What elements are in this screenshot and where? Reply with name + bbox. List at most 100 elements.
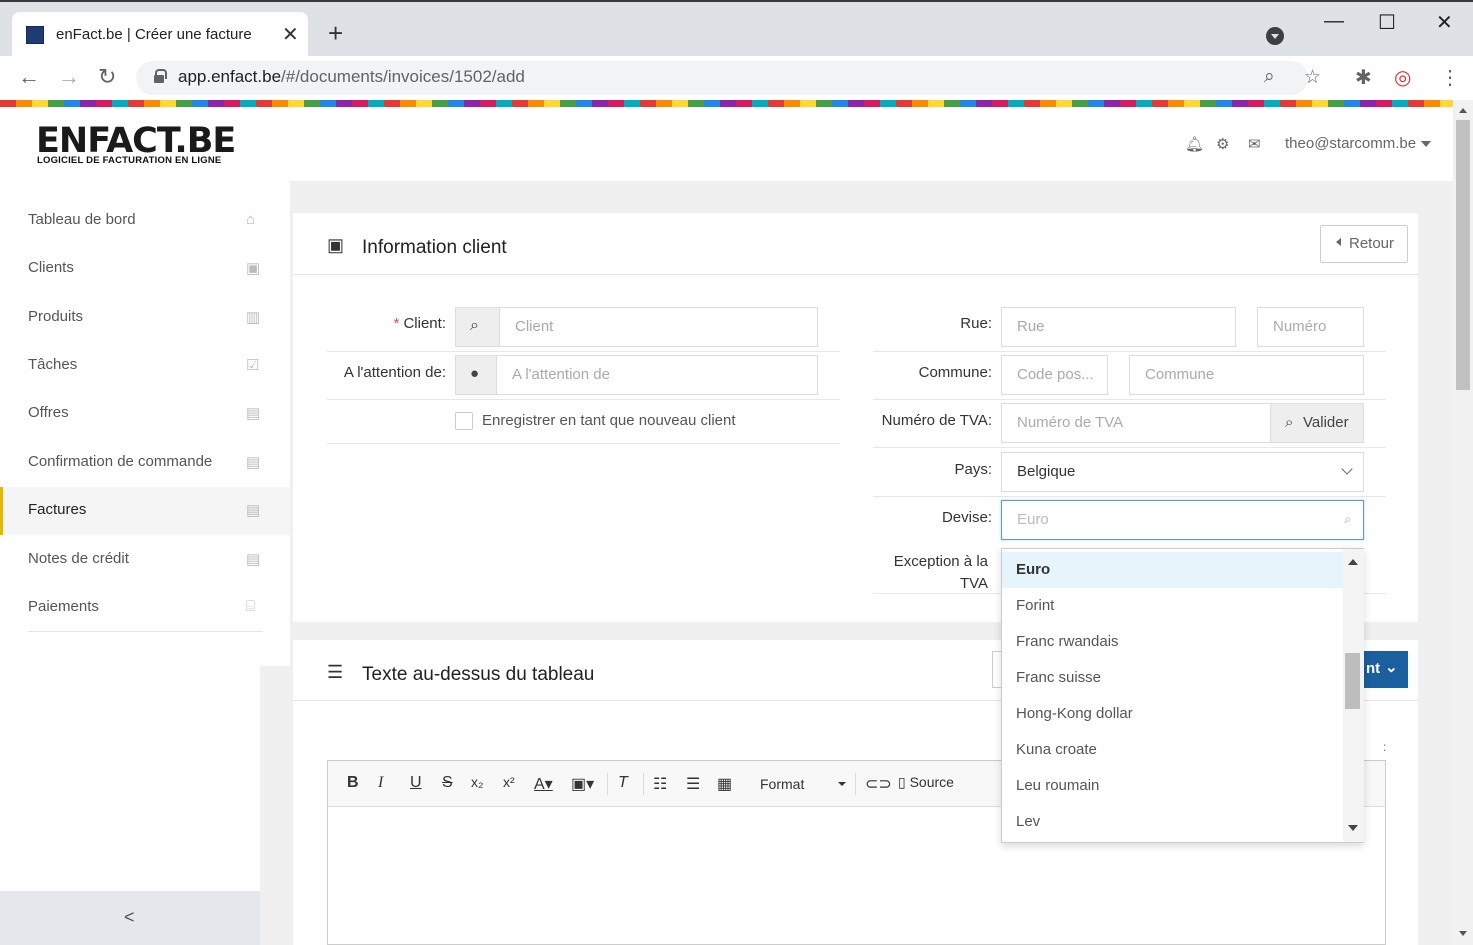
sidebar-collapse-button[interactable]: < xyxy=(0,891,260,945)
source-label: Source xyxy=(909,774,954,790)
chevron-down-icon xyxy=(1341,463,1353,475)
close-window-button[interactable]: ✕ xyxy=(1436,10,1453,35)
caret-down-icon[interactable] xyxy=(1421,141,1431,147)
bold-icon[interactable]: B xyxy=(347,774,359,792)
commune-input[interactable]: Commune xyxy=(1129,355,1364,395)
scroll-thumb[interactable] xyxy=(1345,653,1360,709)
scroll-thumb[interactable] xyxy=(1456,120,1470,390)
currency-option[interactable]: Lev xyxy=(1002,804,1343,840)
scroll-down-icon[interactable] xyxy=(1348,825,1358,831)
currency-option[interactable]: Franc rwandais xyxy=(1002,624,1343,660)
currency-option[interactable]: Franc suisse xyxy=(1002,660,1343,696)
sidebar-item-products[interactable]: Produits ▥ xyxy=(0,294,290,342)
browser-menu-icon[interactable]: ⋮ xyxy=(1440,65,1460,90)
text-color-icon[interactable]: A▾ xyxy=(534,774,553,794)
zoom-icon[interactable]: ⌕ xyxy=(1264,66,1275,88)
numbered-list-icon[interactable]: ☷ xyxy=(653,774,667,794)
tab-search-icon[interactable] xyxy=(1266,27,1284,45)
table-icon[interactable]: ▦ xyxy=(717,774,732,794)
sidebar-item-label: Tâches xyxy=(28,356,78,373)
currency-label: Devise: xyxy=(941,509,992,526)
lock-icon[interactable] xyxy=(154,69,167,83)
settings-gears-icon[interactable]: ⚙ xyxy=(1216,135,1229,153)
vat-input[interactable]: Numéro de TVA xyxy=(1001,403,1271,443)
bulleted-list-icon[interactable]: ☰ xyxy=(686,774,700,794)
postcode-input[interactable]: Code pos... xyxy=(1001,355,1108,395)
bookmark-star-icon[interactable]: ☆ xyxy=(1304,66,1321,89)
maximize-button[interactable]: ☐ xyxy=(1378,10,1396,35)
row-divider xyxy=(873,399,1386,400)
minimize-button[interactable]: — xyxy=(1324,10,1344,33)
bank-icon: ⌸ xyxy=(246,598,256,615)
extension-rings-icon[interactable]: ◎ xyxy=(1394,65,1411,90)
pdf-file-icon: ▤ xyxy=(246,502,261,519)
source-icon: ▯ xyxy=(898,774,910,790)
attention-input[interactable]: A l'attention de xyxy=(496,355,818,395)
bell-icon[interactable]: 🔔︎ xyxy=(1185,135,1204,153)
back-button[interactable]: Retour xyxy=(1320,225,1408,263)
sidebar-item-label: Produits xyxy=(28,308,84,325)
sidebar-item-order-confirmation[interactable]: Confirmation de commande ▤ xyxy=(0,439,290,487)
page-scrollbar[interactable] xyxy=(1453,100,1473,945)
italic-icon[interactable]: I xyxy=(378,774,383,792)
remove-format-icon[interactable]: T xyxy=(618,774,628,792)
subscript-icon[interactable]: x₂ xyxy=(471,774,483,790)
scroll-up-icon[interactable] xyxy=(1459,108,1467,113)
envelope-icon[interactable]: ✉ xyxy=(1248,135,1261,153)
sidebar-background xyxy=(260,666,290,945)
forward-arrow-icon[interactable]: → xyxy=(58,64,80,90)
sidebar-item-credit-notes[interactable]: Notes de crédit ▤ xyxy=(0,536,290,584)
superscript-icon[interactable]: x² xyxy=(503,774,515,790)
number-input[interactable]: Numéro xyxy=(1257,307,1364,347)
address-bar[interactable]: app.enfact.be/#/documents/invoices/1502/… xyxy=(136,61,1321,95)
currency-dropdown: Euro Forint Franc rwandais Franc suisse … xyxy=(1001,548,1364,843)
strikethrough-icon[interactable]: S xyxy=(442,774,453,792)
source-button[interactable]: ▯ Source xyxy=(898,774,954,791)
currency-option[interactable]: Leu roumain xyxy=(1002,768,1343,804)
extensions-puzzle-icon[interactable]: ✱ xyxy=(1355,65,1372,90)
currency-option[interactable]: Forint xyxy=(1002,588,1343,624)
caret-down-icon xyxy=(838,782,846,786)
currency-option[interactable]: Kuna croate xyxy=(1002,732,1343,768)
currency-option[interactable]: Hong-Kong dollar xyxy=(1002,696,1343,732)
back-arrow-icon[interactable]: ← xyxy=(18,64,40,90)
tab-close-icon[interactable]: ✕ xyxy=(282,22,299,47)
currency-option[interactable]: Euro xyxy=(1002,552,1343,588)
save-new-client-checkbox[interactable] xyxy=(455,412,473,430)
new-tab-button[interactable]: + xyxy=(328,20,343,46)
sidebar-item-payments[interactable]: Paiements ⌸ xyxy=(0,584,290,632)
client-input[interactable]: Client xyxy=(499,307,818,347)
vat-label: Numéro de TVA: xyxy=(881,412,992,429)
background-color-icon[interactable]: ▣▾ xyxy=(571,774,594,794)
dropdown-scrollbar[interactable] xyxy=(1343,549,1364,842)
placeholder: A l'attention de xyxy=(512,366,610,383)
sidebar-divider xyxy=(28,631,263,632)
sidebar-item-dashboard[interactable]: Tableau de bord ⌂ xyxy=(0,197,290,245)
contact-book-icon: ▣ xyxy=(246,260,261,277)
sidebar-item-clients[interactable]: Clients ▣ xyxy=(0,245,290,293)
browser-tab[interactable]: enFact.be | Créer une facture ✕ xyxy=(12,12,308,58)
url-text[interactable]: app.enfact.be/#/documents/invoices/1502/… xyxy=(178,67,525,87)
pdf-file-icon: ▤ xyxy=(246,454,261,471)
reload-icon[interactable]: ↻ xyxy=(98,64,116,90)
format-select[interactable]: Format xyxy=(754,770,850,798)
underline-icon[interactable]: U xyxy=(410,774,422,792)
link-icon[interactable]: ⊂⊃ xyxy=(865,774,892,794)
validate-button[interactable]: ⌕ Valider xyxy=(1270,403,1364,443)
sidebar-item-invoices[interactable]: Factures ▤ xyxy=(0,487,290,535)
chevron-left-icon: < xyxy=(124,907,135,927)
scroll-up-icon[interactable] xyxy=(1348,559,1358,565)
insert-dropdown-button[interactable]: nt ⌄ xyxy=(1363,651,1408,688)
currency-search-input[interactable]: Euro ⌕ xyxy=(1001,500,1364,540)
sidebar-item-tasks[interactable]: Tâches ☑ xyxy=(0,342,290,390)
app-header: ENFACT.BE LOGICIEL DE FACTURATION EN LIG… xyxy=(0,107,1453,181)
user-menu[interactable]: theo@starcomm.be xyxy=(1285,135,1416,152)
country-select[interactable]: Belgique xyxy=(1001,452,1364,492)
sidebar-item-label: Offres xyxy=(28,404,69,421)
street-input[interactable]: Rue xyxy=(1001,307,1236,347)
validate-label: Valider xyxy=(1303,414,1349,431)
contact-card-icon: ▣ xyxy=(327,235,345,255)
placeholder: Client xyxy=(515,318,554,335)
scroll-down-icon[interactable] xyxy=(1459,931,1467,936)
sidebar-item-offers[interactable]: Offres ▤ xyxy=(0,390,290,438)
